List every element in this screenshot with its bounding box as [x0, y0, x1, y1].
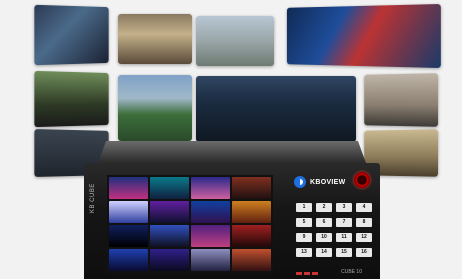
- keypad-key[interactable]: 2: [316, 203, 332, 212]
- keypad-key[interactable]: 11: [336, 233, 352, 242]
- status-leds: [296, 272, 326, 275]
- model-label: CUBE 10: [341, 269, 362, 275]
- power-button[interactable]: [354, 172, 370, 188]
- keypad-key[interactable]: 5: [296, 218, 312, 227]
- wall-tile-camera-crew: [34, 70, 109, 128]
- keypad-key[interactable]: 6: [316, 218, 332, 227]
- wall-tile-meeting: [118, 14, 192, 64]
- screen-cell: [109, 201, 148, 223]
- keypad-key[interactable]: 8: [356, 218, 372, 227]
- screen-cell: [150, 225, 189, 247]
- keypad-key[interactable]: 16: [356, 248, 372, 257]
- screen-cell: [191, 201, 230, 223]
- keypad-key[interactable]: 10: [316, 233, 332, 242]
- screen-cell: [232, 201, 271, 223]
- screen-cell: [191, 177, 230, 199]
- keypad-key[interactable]: 15: [336, 248, 352, 257]
- screen-cell: [109, 177, 148, 199]
- keypad-key[interactable]: 12: [356, 233, 372, 242]
- screen-cell: [109, 225, 148, 247]
- screen-cell: [232, 225, 271, 247]
- brand-logo: KBOVIEW: [294, 176, 346, 188]
- keypad-key[interactable]: 9: [296, 233, 312, 242]
- screen-cell: [232, 177, 271, 199]
- wall-tile-stadium: [118, 75, 192, 141]
- multiview-screen: [107, 175, 273, 273]
- keypad-key[interactable]: 3: [336, 203, 352, 212]
- channel-keypad: 1 2 3 4 5 6 7 8 9 10 11 12 13 14 15 16: [296, 203, 372, 257]
- kboview-logo-icon: [294, 176, 306, 188]
- keypad-key[interactable]: 14: [316, 248, 332, 257]
- brand-name: KBOVIEW: [310, 178, 346, 186]
- screen-cell: [109, 249, 148, 271]
- wall-tile-control-room: [34, 4, 109, 66]
- device-front-panel: KB CUBE KBOVIEW 1 2 3 4 5 6 7 8 9 10 11 …: [84, 163, 380, 279]
- keypad-key[interactable]: 7: [336, 218, 352, 227]
- wall-tile-monitor-grid: [286, 3, 441, 69]
- screen-cell: [232, 249, 271, 271]
- wall-tile-audience: [364, 73, 439, 127]
- screen-cell: [150, 201, 189, 223]
- screen-cell: [150, 177, 189, 199]
- screen-cell: [191, 249, 230, 271]
- wall-tile-operations-center: [196, 76, 356, 142]
- screen-cell: [150, 249, 189, 271]
- keypad-key[interactable]: 4: [356, 203, 372, 212]
- screen-cell: [191, 225, 230, 247]
- device-side-label: KB CUBE: [90, 183, 96, 213]
- keypad-key[interactable]: 1: [296, 203, 312, 212]
- device-top-panel: [98, 141, 366, 163]
- kboview-cube-device: KB CUBE KBOVIEW 1 2 3 4 5 6 7 8 9 10 11 …: [84, 141, 380, 279]
- keypad-key[interactable]: 13: [296, 248, 312, 257]
- wall-tile-traffic-camera: [196, 16, 274, 66]
